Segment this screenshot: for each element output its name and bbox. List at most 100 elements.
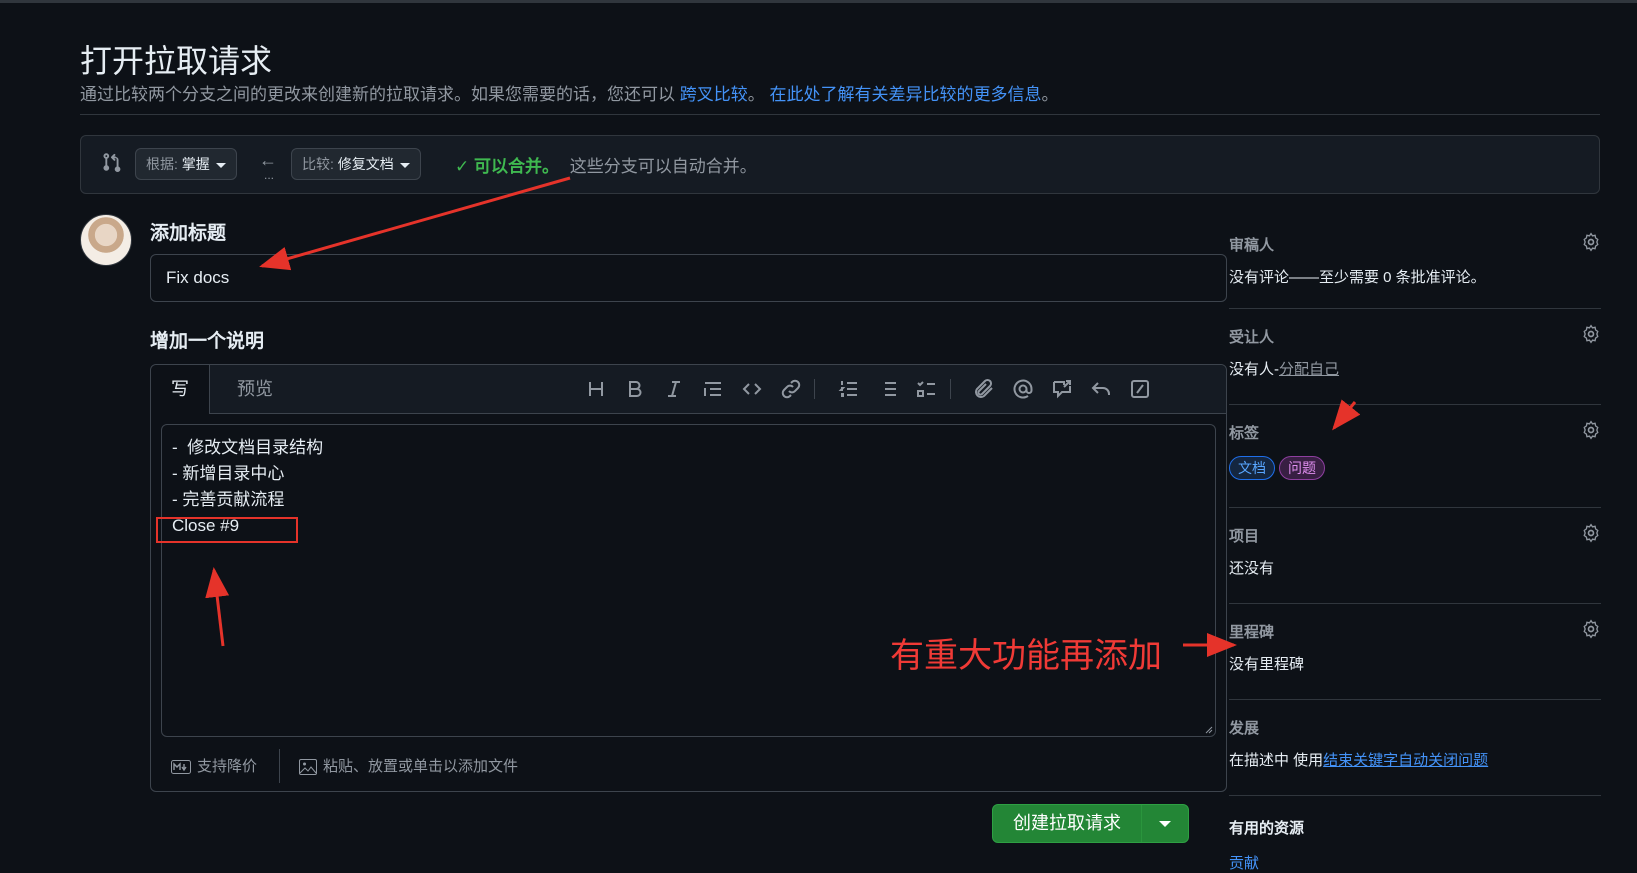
bold-icon[interactable] (623, 377, 647, 401)
development-value: 在描述中 使用结束关键字自动关闭问题 (1229, 749, 1488, 770)
merge-status: ✓ 可以合并。 这些分支可以自动合并。 (455, 152, 757, 177)
description-editor: 写 预览 - 修改文档目录结构 - 新增目录中心 - 完善贡献流程 Close … (150, 364, 1227, 792)
body-line: Close #9 (172, 516, 240, 535)
assignees-none: 没有人- (1229, 361, 1279, 378)
reviewers-value: 没有评论——至少需要 0 条批准评论。 (1229, 269, 1486, 286)
subtitle-text: 通过比较两个分支之间的更改来创建新的拉取请求。如果您需要的话，您还可以 (80, 85, 675, 104)
tab-preview[interactable]: 预览 (231, 365, 279, 413)
annotation-text: 有重大功能再添加 (890, 637, 1162, 675)
base-branch-select[interactable]: 根据: 掌握 (135, 148, 237, 180)
body-line: - 完善贡献流程 (172, 490, 285, 509)
code-icon[interactable] (740, 377, 764, 401)
subtitle-sep: 。 (747, 85, 765, 104)
subtitle-end: 。 (1041, 85, 1059, 104)
markdown-note-text: 支持降价 (197, 758, 258, 775)
reference-icon[interactable] (1050, 377, 1074, 401)
chevron-down-icon (215, 162, 226, 168)
projects-value: 还没有 (1229, 560, 1275, 577)
gear-icon[interactable] (1581, 523, 1601, 543)
check-icon: ✓ (455, 157, 470, 176)
sidebar-divider (1229, 507, 1601, 508)
description-label: 增加一个说明 (150, 331, 265, 352)
milestone-title: 里程碑 (1229, 624, 1275, 641)
sidebar-divider (1229, 308, 1601, 309)
compare-icon (101, 152, 121, 172)
task-list-icon[interactable] (915, 377, 939, 401)
quote-icon[interactable] (701, 377, 725, 401)
gear-icon[interactable] (1581, 324, 1601, 344)
body-line: - 修改文档目录结构 (172, 438, 324, 457)
compare-bar: 根据: 掌握 ← ... 比较: 修复文档 ✓ 可以合并。 这些分支可以自动合并… (80, 135, 1600, 194)
compare-dots: ... (264, 168, 275, 182)
body-line: - 新增目录中心 (172, 464, 285, 483)
base-label: 根据: (146, 156, 178, 172)
toolbar-divider (950, 379, 951, 399)
chevron-down-icon (399, 162, 410, 168)
merge-status-desc: 这些分支可以自动合并。 (569, 157, 757, 176)
attach-icon[interactable] (972, 377, 996, 401)
milestone-value: 没有里程碑 (1229, 656, 1305, 673)
heading-icon[interactable] (584, 377, 608, 401)
sidebar-divider (1229, 795, 1601, 796)
closing-keywords-link[interactable]: 结束关键字自动关闭问题 (1323, 752, 1488, 769)
top-border (0, 0, 1637, 3)
title-input[interactable] (150, 254, 1227, 302)
compare-branch-select[interactable]: 比较: 修复文档 (291, 148, 421, 180)
toolbar-divider (814, 379, 815, 399)
avatar[interactable] (80, 214, 132, 266)
label-issue[interactable]: 问题 (1279, 456, 1325, 480)
sidebar-divider (1229, 699, 1601, 700)
arrow-to-labels (1332, 399, 1361, 431)
development-prefix: 在描述中 使用 (1229, 752, 1324, 769)
annotation-box (156, 517, 298, 543)
chevron-down-icon (1159, 821, 1171, 827)
title-label: 添加标题 (150, 223, 227, 244)
attach-files-note[interactable]: 粘贴、放置或单击以添加文件 (299, 755, 518, 776)
attach-files-text: 粘贴、放置或单击以添加文件 (323, 758, 519, 775)
mention-icon[interactable] (1011, 377, 1035, 401)
create-pr-button[interactable]: 创建拉取请求 (993, 805, 1141, 842)
resources-title: 有用的资源 (1229, 820, 1305, 837)
markdown-icon (171, 760, 191, 775)
compare-label: 比较: (302, 156, 334, 172)
unordered-list-icon[interactable] (876, 377, 900, 401)
labels-title: 标签 (1229, 425, 1260, 442)
assignees-title: 受让人 (1229, 329, 1275, 346)
italic-icon[interactable] (662, 377, 686, 401)
description-textarea[interactable]: - 修改文档目录结构 - 新增目录中心 - 完善贡献流程 Close #9 (161, 424, 1216, 737)
compare-branch-name: 修复文档 (337, 156, 394, 172)
gear-icon[interactable] (1581, 420, 1601, 440)
slash-command-icon[interactable] (1128, 377, 1152, 401)
reviewers-title: 审稿人 (1229, 237, 1275, 254)
footer-divider (279, 749, 280, 783)
gear-icon[interactable] (1581, 232, 1601, 252)
base-branch-name: 掌握 (181, 156, 210, 172)
merge-status-text: 可以合并。 (473, 157, 559, 176)
assignees-value: 没有人-分配自己 (1229, 358, 1339, 379)
ordered-list-icon[interactable] (837, 377, 861, 401)
tab-write[interactable]: 写 (151, 365, 210, 414)
assign-yourself-link[interactable]: 分配自己 (1279, 361, 1339, 378)
label-docs[interactable]: 文档 (1229, 456, 1275, 480)
sidebar-divider (1229, 404, 1601, 405)
image-icon (299, 759, 317, 776)
markdown-note[interactable]: 支持降价 (171, 755, 257, 776)
create-pr-dropdown[interactable] (1142, 805, 1188, 842)
resize-handle-icon[interactable] (1203, 724, 1213, 734)
development-title: 发展 (1229, 720, 1260, 737)
contributing-link[interactable]: 贡献 (1229, 852, 1259, 873)
editor-toolbar: 写 预览 (151, 365, 1226, 414)
header-divider (80, 114, 1600, 115)
page-title: 打开拉取请求 (80, 43, 273, 79)
reply-icon[interactable] (1089, 377, 1113, 401)
labels-list: 文档 问题 (1229, 456, 1329, 480)
gear-icon[interactable] (1581, 619, 1601, 639)
learn-more-link[interactable]: 在此处了解有关差异比较的更多信息 (769, 85, 1041, 104)
page-subtitle: 通过比较两个分支之间的更改来创建新的拉取请求。如果您需要的话，您还可以 跨叉比较… (80, 80, 1058, 105)
link-icon[interactable] (779, 377, 803, 401)
editor-footer: 支持降价 粘贴、放置或单击以添加文件 (151, 739, 1226, 791)
cross-compare-link[interactable]: 跨叉比较 (680, 85, 748, 104)
sidebar-divider (1229, 603, 1601, 604)
create-pr-button-group: 创建拉取请求 (992, 804, 1189, 843)
projects-title: 项目 (1229, 528, 1260, 545)
